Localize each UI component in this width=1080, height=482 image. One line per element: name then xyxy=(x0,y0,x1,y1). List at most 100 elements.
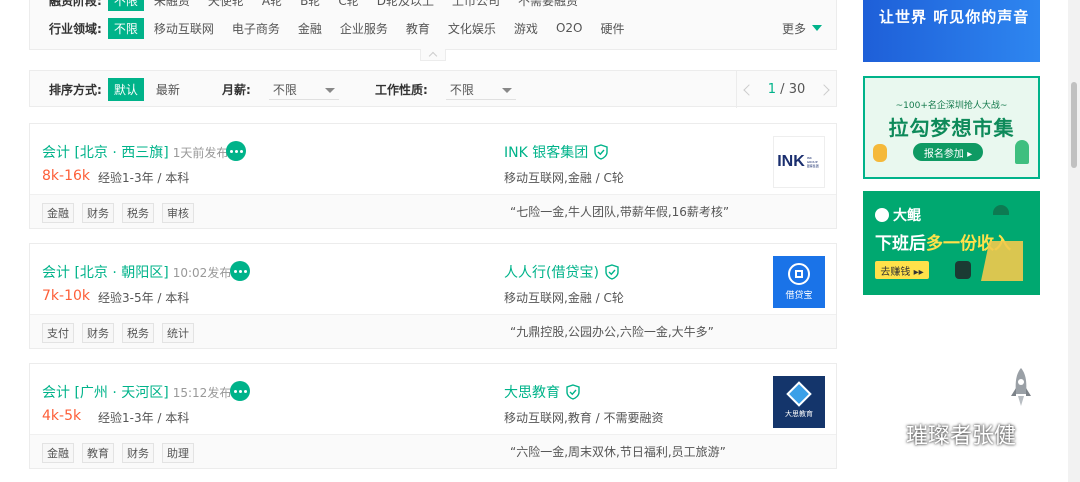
ad-dakun-button[interactable]: 去赚钱 ▸▸ xyxy=(875,261,929,279)
job-tag: 统计 xyxy=(162,323,194,343)
industry-option[interactable]: 文化娱乐 xyxy=(448,20,496,37)
ad-dakun-brand-name: 大鲲 xyxy=(893,208,921,224)
page-indicator: 1 / 30 xyxy=(768,82,806,97)
company-link[interactable]: 人人行(借贷宝) xyxy=(504,262,619,282)
financing-option[interactable]: C轮 xyxy=(338,0,358,9)
company-link[interactable]: INK 银客集团 xyxy=(504,142,608,162)
chat-icon[interactable] xyxy=(230,261,250,281)
industry-option[interactable]: 硬件 xyxy=(600,20,624,37)
company-logo[interactable]: INK INK GROUP 银客集团 xyxy=(773,136,825,188)
job-card[interactable]: 会计 [广州 · 天河区] 15:12发布 4k-5k 经验1-3年 / 本科 大… xyxy=(29,363,837,469)
job-nature-label: 工作性质: xyxy=(375,83,428,97)
verified-shield-icon xyxy=(566,384,580,400)
ad-banner-voice-text: 让世界 听见你的声音 xyxy=(879,8,1030,26)
job-tags: 金融 财务 税务 审核 xyxy=(42,203,202,223)
wechat-watermark: 璀璨者张健 xyxy=(858,418,1016,450)
industry-option-any[interactable]: 不限 xyxy=(107,17,144,39)
job-publish-time: 1天前发布 xyxy=(172,146,229,160)
ad-banner-lagou-market[interactable]: ~100+名企深圳抢人大战~ 拉勾梦想市集 报名参加 ▸ xyxy=(863,76,1040,179)
job-tag: 助理 xyxy=(162,443,194,463)
collapse-filters-button[interactable] xyxy=(420,49,446,61)
job-tags: 金融 教育 财务 助理 xyxy=(42,443,202,463)
job-card-footer: 金融 教育 财务 助理 “六险一金,周末双休,节日福利,员工旅游” xyxy=(30,434,836,468)
company-industry: 移动互联网,金融 / C轮 xyxy=(504,291,624,305)
lamp-icon xyxy=(993,205,1009,215)
financing-option[interactable]: 上市公司 xyxy=(452,0,500,9)
industry-filter-label: 行业领域: xyxy=(49,21,102,36)
job-salary: 8k-16k xyxy=(42,168,90,184)
sort-latest-button[interactable]: 最新 xyxy=(150,78,186,101)
job-nature-select[interactable]: 不限 xyxy=(445,79,516,100)
job-tag: 金融 xyxy=(42,203,74,223)
job-salary: 7k-10k xyxy=(42,288,90,304)
industry-option[interactable]: 游戏 xyxy=(514,20,538,37)
financing-filter-label: 融资阶段: xyxy=(49,0,102,8)
plant-icon xyxy=(1015,140,1029,164)
lantern-icon xyxy=(873,144,887,162)
next-page-icon[interactable] xyxy=(818,83,831,96)
ad-market-title: 拉勾梦想市集 xyxy=(888,116,1015,140)
company-industry: 移动互联网,金融 / C轮 xyxy=(504,171,624,185)
job-title-link[interactable]: 会计 [北京 · 朝阳区] 10:02发布 xyxy=(42,262,231,282)
prev-page-icon[interactable] xyxy=(742,83,755,96)
ad-market-button[interactable]: 报名参加 ▸ xyxy=(913,143,983,161)
more-filters-toggle[interactable]: 更多 xyxy=(782,18,822,38)
financing-option[interactable]: D轮及以上 xyxy=(377,0,434,9)
job-salary: 4k-5k xyxy=(42,408,82,424)
pagination: 1 / 30 xyxy=(736,71,836,108)
financing-option[interactable]: B轮 xyxy=(300,0,320,9)
chat-icon[interactable] xyxy=(226,141,246,161)
financing-option[interactable]: 天使轮 xyxy=(208,0,244,9)
job-title-link[interactable]: 会计 [北京 · 西三旗] 1天前发布 xyxy=(42,142,228,162)
ad-banner-voice[interactable]: 让世界 听见你的声音 xyxy=(863,0,1040,62)
financing-option[interactable]: A轮 xyxy=(262,0,282,9)
financing-option[interactable]: 不需要融资 xyxy=(518,0,578,9)
job-title: 会计 [北京 · 朝阳区] xyxy=(42,265,169,281)
financing-option-any[interactable]: 不限 xyxy=(107,0,144,11)
page-scrollbar[interactable] xyxy=(1068,0,1080,482)
salary-select[interactable]: 不限 xyxy=(268,79,339,100)
industry-option[interactable]: 电子商务 xyxy=(232,20,280,37)
chat-icon[interactable] xyxy=(230,381,250,401)
company-logo[interactable]: 大思教育 xyxy=(773,376,825,428)
job-tag: 税务 xyxy=(122,203,154,223)
job-card[interactable]: 会计 [北京 · 西三旗] 1天前发布 8k-16k 经验1-3年 / 本科 IN… xyxy=(29,123,837,229)
job-tags: 支付 财务 税务 统计 xyxy=(42,323,202,343)
salary-filter: 月薪: 不限 xyxy=(222,71,339,108)
financing-option[interactable]: 未融资 xyxy=(154,0,190,9)
company-welfare: “六险一金,周末双休,节日福利,员工旅游” xyxy=(510,445,726,459)
ad-market-subtitle: ~100+名企深圳抢人大战~ xyxy=(895,101,1008,111)
job-tag: 财务 xyxy=(122,443,154,463)
caret-down-icon xyxy=(812,25,822,31)
company-name: 人人行(借贷宝) xyxy=(504,265,599,281)
dakun-logo-icon xyxy=(875,208,889,222)
company-logo-text: 借贷宝 xyxy=(785,291,813,301)
cat-icon xyxy=(955,261,971,279)
industry-option[interactable]: 教育 xyxy=(406,20,430,37)
sort-default-button[interactable]: 默认 xyxy=(107,78,144,101)
industry-option[interactable]: O2O xyxy=(556,21,583,35)
job-card[interactable]: 会计 [北京 · 朝阳区] 10:02发布 7k-10k 经验3-5年 / 本科 … xyxy=(29,243,837,349)
caret-down-icon xyxy=(501,87,512,93)
ad-dakun-brand: 大鲲 xyxy=(875,205,921,225)
industry-option[interactable]: 企业服务 xyxy=(340,20,388,37)
company-logo-text: INK xyxy=(777,153,805,170)
job-publish-time: 15:12发布 xyxy=(172,386,232,400)
industry-filter-row: 行业领域: 不限 移动互联网 电子商务 金融 企业服务 教育 文化娱乐 游戏 O… xyxy=(49,17,642,39)
salary-select-value: 不限 xyxy=(272,82,297,97)
job-title-link[interactable]: 会计 [广州 · 天河区] 15:12发布 xyxy=(42,382,231,402)
job-card-footer: 支付 财务 税务 统计 “九鼎控股,公园办公,六险一金,大牛多” xyxy=(30,314,836,348)
back-to-top-rocket-icon[interactable] xyxy=(1008,366,1034,410)
industry-option[interactable]: 移动互联网 xyxy=(154,20,214,37)
company-welfare: “九鼎控股,公园办公,六险一金,大牛多” xyxy=(510,325,714,339)
chevron-up-icon xyxy=(428,51,438,61)
company-link[interactable]: 大思教育 xyxy=(504,382,580,402)
industry-option[interactable]: 金融 xyxy=(298,20,322,37)
verified-shield-icon xyxy=(594,144,608,160)
company-logo[interactable]: 借贷宝 xyxy=(773,256,825,308)
more-filters-label: 更多 xyxy=(781,21,806,36)
scrollbar-thumb[interactable] xyxy=(1071,82,1077,168)
ad-banner-dakun[interactable]: 大鲲 下班后多一份收入 去赚钱 ▸▸ xyxy=(863,191,1040,295)
sort-group: 排序方式: 默认 最新 xyxy=(49,71,186,108)
job-tag: 税务 xyxy=(122,323,154,343)
